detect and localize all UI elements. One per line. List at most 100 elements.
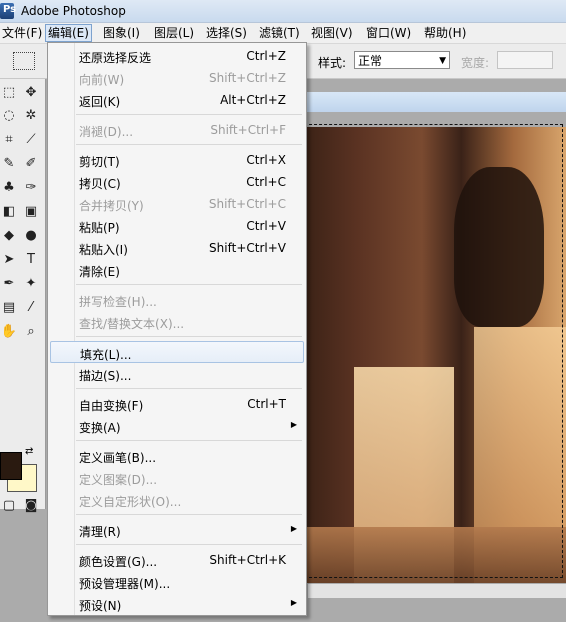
path-selection-icon[interactable]: ➤ [0,251,18,269]
menu-item-free-transform[interactable]: 自由变换(F) Ctrl+T [50,393,304,415]
menu-item-label: 定义图案(D)... [79,473,158,487]
eraser-tool-icon[interactable]: ◧ [0,203,18,221]
menu-item-presets[interactable]: 预设(N) ▶ [50,593,304,615]
quick-mask-icon[interactable]: ◙ [22,497,40,515]
lasso-tool-icon[interactable]: ◌ [0,107,18,125]
menu-item-copy[interactable]: 拷贝(C) Ctrl+C [50,171,304,193]
menu-separator [76,514,302,515]
menu-item-preset-manager[interactable]: 预设管理器(M)... [50,571,304,593]
document-status-bar [308,584,566,598]
menu-image[interactable]: 图象(I) [101,25,142,41]
menu-item-shortcut: Shift+Ctrl+F [210,123,286,137]
standard-mode-icon[interactable]: ▢ [0,497,18,515]
submenu-arrow-icon: ▶ [290,524,297,533]
edit-menu-dropdown: 还原选择反选 Ctrl+Z 向前(W) Shift+Ctrl+Z 返回(K) A… [47,42,307,616]
submenu-arrow-icon: ▶ [290,598,297,607]
menu-item-label: 拷贝(C) [79,177,121,191]
menu-item-label: 剪切(T) [79,155,120,169]
menu-item-cut[interactable]: 剪切(T) Ctrl+X [50,149,304,171]
menu-file[interactable]: 文件(F) [0,25,44,41]
menu-separator [76,336,302,337]
menu-item-clear[interactable]: 清除(E) [50,259,304,281]
marquee-tool-icon[interactable]: ⬚ [0,84,18,102]
menu-filter[interactable]: 滤镜(T) [257,25,302,41]
menu-item-label: 向前(W) [79,73,125,87]
style-select-value: 正常 [358,54,383,68]
menu-item-label: 拼写检查(H)... [79,295,157,309]
menu-item-label: 清除(E) [79,265,120,279]
menu-item-shortcut: Shift+Ctrl+K [209,553,286,567]
shape-tool-icon[interactable]: ✦ [22,275,40,293]
menu-item-spell-check[interactable]: 拼写检查(H)... [50,289,304,311]
menu-item-shortcut: Ctrl+V [246,219,286,233]
menu-item-label: 自由变换(F) [79,399,144,413]
menu-separator [76,544,302,545]
menu-item-paste[interactable]: 粘贴(P) Ctrl+V [50,215,304,237]
move-tool-icon[interactable]: ✥ [22,84,40,102]
menu-item-fade[interactable]: 消褪(D)... Shift+Ctrl+F [50,119,304,141]
menu-item-shortcut: Ctrl+X [246,153,286,167]
menu-bar: 文件(F) 编辑(E) 图象(I) 图层(L) 选择(S) 滤镜(T) 视图(V… [0,23,566,44]
menu-window[interactable]: 窗口(W) [364,25,413,41]
menu-item-define-brush[interactable]: 定义画笔(B)... [50,445,304,467]
menu-select[interactable]: 选择(S) [204,25,249,41]
menu-item-label: 填充(L)... [80,348,132,362]
menu-item-paste-into[interactable]: 粘贴入(I) Shift+Ctrl+V [50,237,304,259]
menu-item-label: 描边(S)... [79,369,132,383]
menu-item-find-replace[interactable]: 查找/替换文本(X)... [50,311,304,333]
menu-item-fill[interactable]: 填充(L)... [50,341,304,363]
menu-item-color-settings[interactable]: 颜色设置(G)... Shift+Ctrl+K [50,549,304,571]
menu-item-label: 预设管理器(M)... [79,577,171,591]
healing-brush-icon[interactable]: ✎ [0,155,18,173]
menu-separator [76,144,302,145]
menu-item-define-custom-shape[interactable]: 定义自定形状(O)... [50,489,304,511]
menu-edit[interactable]: 编辑(E) [45,24,92,42]
menu-item-step-backward[interactable]: 返回(K) Alt+Ctrl+Z [50,89,304,111]
zoom-tool-icon[interactable]: ⌕ [22,323,40,341]
menu-item-define-pattern[interactable]: 定义图案(D)... [50,467,304,489]
foreground-color-swatch[interactable] [0,452,22,480]
blur-tool-icon[interactable]: ◆ [0,227,18,245]
menu-item-label: 粘贴入(I) [79,243,128,257]
history-brush-icon[interactable]: ✑ [22,179,40,197]
swap-colors-icon[interactable]: ⇄ [25,446,33,457]
style-label: 样式: [318,56,347,70]
menu-layer[interactable]: 图层(L) [152,25,196,41]
magic-wand-icon[interactable]: ✲ [22,107,40,125]
menu-item-undo[interactable]: 还原选择反选 Ctrl+Z [50,45,304,67]
brush-tool-icon[interactable]: ✐ [22,155,40,173]
menu-item-label: 定义自定形状(O)... [79,495,182,509]
menu-item-label: 合并拷贝(Y) [79,199,144,213]
menu-item-label: 定义画笔(B)... [79,451,157,465]
clone-stamp-icon[interactable]: ♣ [0,179,18,197]
menu-item-shortcut: Ctrl+T [247,397,286,411]
slice-tool-icon[interactable]: ⟋ [22,131,40,149]
eyedropper-tool-icon[interactable]: ⁄ [22,299,40,317]
selection-marquee [304,124,563,578]
menu-view[interactable]: 视图(V) [309,25,355,41]
menu-item-purge[interactable]: 清理(R) ▶ [50,519,304,541]
dropdown-arrow-icon: ▼ [439,56,446,66]
menu-item-transform[interactable]: 变换(A) ▶ [50,415,304,437]
gradient-tool-icon[interactable]: ▣ [22,203,40,221]
style-select[interactable]: 正常 ▼ [354,51,450,69]
crop-tool-icon[interactable]: ⌗ [0,131,18,149]
menu-item-stroke[interactable]: 描边(S)... [50,363,304,385]
menu-item-step-forward[interactable]: 向前(W) Shift+Ctrl+Z [50,67,304,89]
width-input[interactable] [497,51,553,69]
menu-item-copy-merged[interactable]: 合并拷贝(Y) Shift+Ctrl+C [50,193,304,215]
type-tool-icon[interactable]: T [22,251,40,269]
hand-tool-icon[interactable]: ✋ [0,323,18,341]
menu-item-shortcut: Shift+Ctrl+C [208,197,286,211]
menu-separator [76,114,302,115]
menu-item-label: 查找/替换文本(X)... [79,317,185,331]
menu-help[interactable]: 帮助(H) [422,25,468,41]
menu-item-label: 变换(A) [79,421,121,435]
dodge-tool-icon[interactable]: ● [22,227,40,245]
menu-item-shortcut: Ctrl+C [246,175,286,189]
marquee-tool-preset-icon[interactable] [13,52,35,70]
menu-item-label: 还原选择反选 [79,51,152,65]
notes-tool-icon[interactable]: ▤ [0,299,18,317]
document-titlebar [306,92,566,112]
pen-tool-icon[interactable]: ✒ [0,275,18,293]
